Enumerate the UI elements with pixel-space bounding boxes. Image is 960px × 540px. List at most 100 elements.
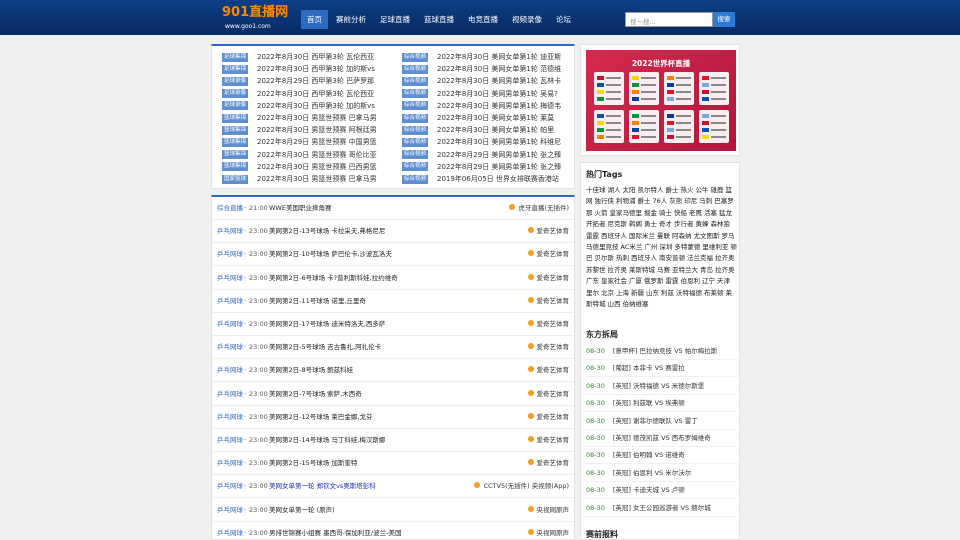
tag-link[interactable]: AC米兰	[621, 243, 643, 251]
match-row[interactable]: 08-30 [英冠] 沃特福德 VS 米德尔斯堡	[586, 378, 738, 395]
channel-name[interactable]: CCTV5(无插件) 央视频(App)	[483, 482, 569, 490]
tag-link[interactable]: 广厦	[629, 277, 642, 285]
channel-name[interactable]: 央视网原声	[537, 529, 570, 537]
nav-basketball[interactable]: 篮球直播	[418, 10, 460, 29]
channel-name[interactable]: 爱奇艺体育	[537, 274, 570, 282]
match-title[interactable]: [英冠] 利兹联 VS 埃弗顿	[613, 399, 685, 407]
tag-link[interactable]: 上海	[616, 289, 629, 297]
match-row[interactable]: 08-30 [意甲杯] 巴拉纳竞技 VS 帕尔梅拉斯	[586, 343, 738, 360]
match-title[interactable]: [英冠] 沃特福德 VS 米德尔斯堡	[613, 382, 704, 390]
news-title[interactable]: 2022年8月30日 美网男单第1轮 吴易?	[437, 88, 558, 100]
schedule-title[interactable]: 男排世锦赛小组赛 墨西哥-保加利亚/波兰-美国	[269, 522, 401, 540]
news-title[interactable]: 2022年8月30日 西甲第3轮 瓦伦西亚	[257, 88, 374, 100]
news-title[interactable]: 2022年8月30日 美网女单第1轮 帕里	[437, 124, 554, 136]
news-tag[interactable]: 篮球集锦	[222, 113, 249, 123]
channel-link[interactable]: 爱奇艺体育	[527, 452, 570, 475]
schedule-title[interactable]: 美网第2日-14号球场 马丁科娃,梅汉斯娜	[269, 429, 385, 452]
news-title[interactable]: 2019年06月05日 世界女排联赛香港站	[437, 173, 559, 185]
news-title[interactable]: 2022年8月29日 美网男单第1轮 张之臻	[437, 161, 561, 173]
news-tag[interactable]: 国家篮球	[222, 174, 249, 184]
tag-link[interactable]: 黄蜂	[696, 220, 709, 228]
tag-link[interactable]: 曼联	[657, 232, 670, 240]
news-tag[interactable]: 足球集锦	[222, 64, 249, 74]
tag-link[interactable]: 里尔	[586, 289, 599, 297]
news-title[interactable]: 2022年8月29日 西甲第3轮 巴萨罗那	[257, 75, 374, 87]
schedule-title[interactable]: 美网第2日-10号球场 萨巴伦卡,沙波瓦洛夫	[269, 243, 392, 266]
news-title[interactable]: 2022年8月30日 美网女单第1轮 莱莫	[437, 112, 554, 124]
news-item[interactable]: 综合视频 2022年8月30日 美网女单第1轮 范德维	[402, 63, 575, 75]
news-item[interactable]: 国家篮球 2022年8月30日 男篮世预赛 巴拿马男	[222, 173, 395, 185]
news-title[interactable]: 2022年8月30日 美网男单第1轮 梅德韦	[437, 100, 561, 112]
tag-link[interactable]: 奇才	[659, 220, 672, 228]
news-title[interactable]: 2022年8月30日 男篮世预赛 巴拿马男	[257, 173, 377, 185]
schedule-row[interactable]: 乒乓网球 23:00 美网第2日-15号球场 加斯奎特 · 爱奇艺体育	[212, 452, 574, 476]
news-tag[interactable]: 综合视频	[402, 89, 429, 99]
schedule-row[interactable]: 乒乓网球 23:00 美网第2日-12号球场 莱巴金娜,戈芬 · 爱奇艺体育	[212, 406, 574, 429]
channel-link[interactable]: 爱奇艺体育	[527, 290, 569, 313]
match-title[interactable]: [英冠] 女王公园巡游者 VS 赫尔城	[613, 504, 711, 512]
news-item[interactable]: 综合视频 2022年8月30日 美网女单第1轮 莱莫	[402, 112, 575, 124]
nav-football[interactable]: 足球直播	[374, 10, 416, 29]
schedule-category[interactable]: 乒乓网球	[217, 383, 243, 406]
news-item[interactable]: 篮球集锦 2022年8月30日 男篮世预赛 哥伦比亚	[222, 149, 395, 161]
channel-name[interactable]: 央视网原声	[537, 506, 570, 514]
match-title[interactable]: [英冠] 谢菲尔德联队 VS 雷丁	[613, 417, 698, 425]
news-title[interactable]: 2022年8月30日 美网男单第1轮 科维尼	[437, 136, 561, 148]
news-item[interactable]: 篮球集锦 2022年8月30日 男篮世预赛 阿根廷男	[222, 124, 395, 136]
tag-link[interactable]: 快船	[674, 209, 687, 217]
schedule-category[interactable]: 乒乓网球	[217, 499, 243, 522]
tag-link[interactable]: 76人	[653, 197, 668, 205]
news-tag[interactable]: 足球集锦	[222, 52, 249, 62]
nav-esports[interactable]: 电竞直播	[462, 10, 504, 29]
channel-link[interactable]: 爱奇艺体育	[527, 359, 569, 382]
schedule-row[interactable]: 乒乓网球 23:00 美网第2日-6号球场 卡?普利斯科娃,拉约维奇 · 爱奇艺体育	[212, 267, 574, 290]
schedule-row[interactable]: 乒乓网球 23:00 美网第2日-5号球场 吉古鲁扎,阿扎伦卡 · 爱奇艺体育	[212, 336, 574, 360]
tag-link[interactable]: 猛龙	[719, 209, 732, 217]
tag-link[interactable]: 灰熊	[669, 197, 682, 205]
channel-link[interactable]: 虎牙直播(无插件)	[509, 197, 569, 220]
channel-name[interactable]: 爱奇艺体育	[537, 390, 570, 398]
tag-link[interactable]: 新疆	[631, 289, 644, 297]
tag-link[interactable]: 爵士	[666, 186, 679, 194]
match-title[interactable]: [英冠] 伯明翰 VS 诺维奇	[613, 451, 685, 459]
schedule-category[interactable]: 乒乓网球	[217, 290, 243, 313]
tag-link[interactable]: 拉齐奥	[608, 266, 628, 274]
match-row[interactable]: 08-30 [英冠] 女王公园巡游者 VS 赫尔城	[586, 500, 738, 517]
news-item[interactable]: 综合视频 2022年8月30日 美网女单第1轮 帕里	[402, 124, 575, 136]
schedule-row[interactable]: 乒乓网球 23:00 美网第2日-13号球场 卡拉采夫,弗格尼尼 · 爱奇艺体育	[212, 220, 574, 244]
news-tag[interactable]: 综合视频	[402, 113, 429, 123]
tag-link[interactable]: 深圳	[659, 243, 672, 251]
tag-link[interactable]: 尼克斯	[608, 220, 628, 228]
news-tag[interactable]: 足球录像	[222, 101, 249, 111]
news-tag[interactable]: 篮球集锦	[222, 162, 249, 172]
news-item[interactable]: 综合视频 2022年8月30日 美网男单第1轮 梅德韦	[402, 100, 575, 112]
match-row[interactable]: 08-30 [英冠] 利兹联 VS 埃弗顿	[586, 395, 738, 413]
tag-link[interactable]: 多特蒙德	[674, 243, 700, 251]
channel-name[interactable]: 爱奇艺体育	[537, 459, 570, 467]
schedule-title[interactable]: 美网女单第一轮 郑钦文vs奥斯塔彭科	[269, 475, 376, 498]
tag-link[interactable]: 马德里竞技	[586, 243, 619, 251]
channel-link[interactable]: 爱奇艺体育	[527, 336, 570, 359]
tag-link[interactable]: 十佳球	[586, 186, 606, 194]
schedule-category[interactable]: 乒乓网球	[217, 243, 243, 266]
news-tag[interactable]: 综合视频	[402, 64, 429, 74]
tag-link[interactable]: 马赛	[657, 266, 670, 274]
channel-link[interactable]: 爱奇艺体育	[527, 313, 569, 336]
news-title[interactable]: 2022年8月30日 西甲第3轮 加的斯vs	[257, 100, 375, 112]
news-item[interactable]: 足球录像 2022年8月29日 西甲第3轮 巴萨罗那	[222, 75, 395, 87]
tag-link[interactable]: 凯尔特人	[638, 186, 664, 194]
channel-link[interactable]: CCTV5(无插件) 央视频(App)	[474, 475, 569, 498]
news-tag[interactable]: 综合视频	[402, 174, 429, 184]
news-title[interactable]: 2022年8月29日 男篮世预赛 中国男篮	[257, 136, 377, 148]
schedule-category[interactable]: 乒乓网球	[217, 475, 243, 498]
tag-link[interactable]: 北京	[601, 289, 614, 297]
tag-link[interactable]: 拉齐奥	[715, 254, 735, 262]
channel-name[interactable]: 爱奇艺体育	[537, 343, 570, 351]
schedule-category[interactable]: 乒乓网球	[217, 429, 243, 452]
tag-link[interactable]: 皇家马德里	[610, 209, 643, 217]
tag-link[interactable]: 沃特福德	[676, 289, 702, 297]
news-tag[interactable]: 足球录像	[222, 76, 249, 86]
tag-link[interactable]: 西班牙人	[631, 254, 657, 262]
news-item[interactable]: 足球集锦 2022年8月30日 西甲第3轮 加的斯vs	[222, 63, 395, 75]
match-row[interactable]: 08-30 [葡超] 本菲卡 VS 赛雷拉	[586, 360, 738, 378]
